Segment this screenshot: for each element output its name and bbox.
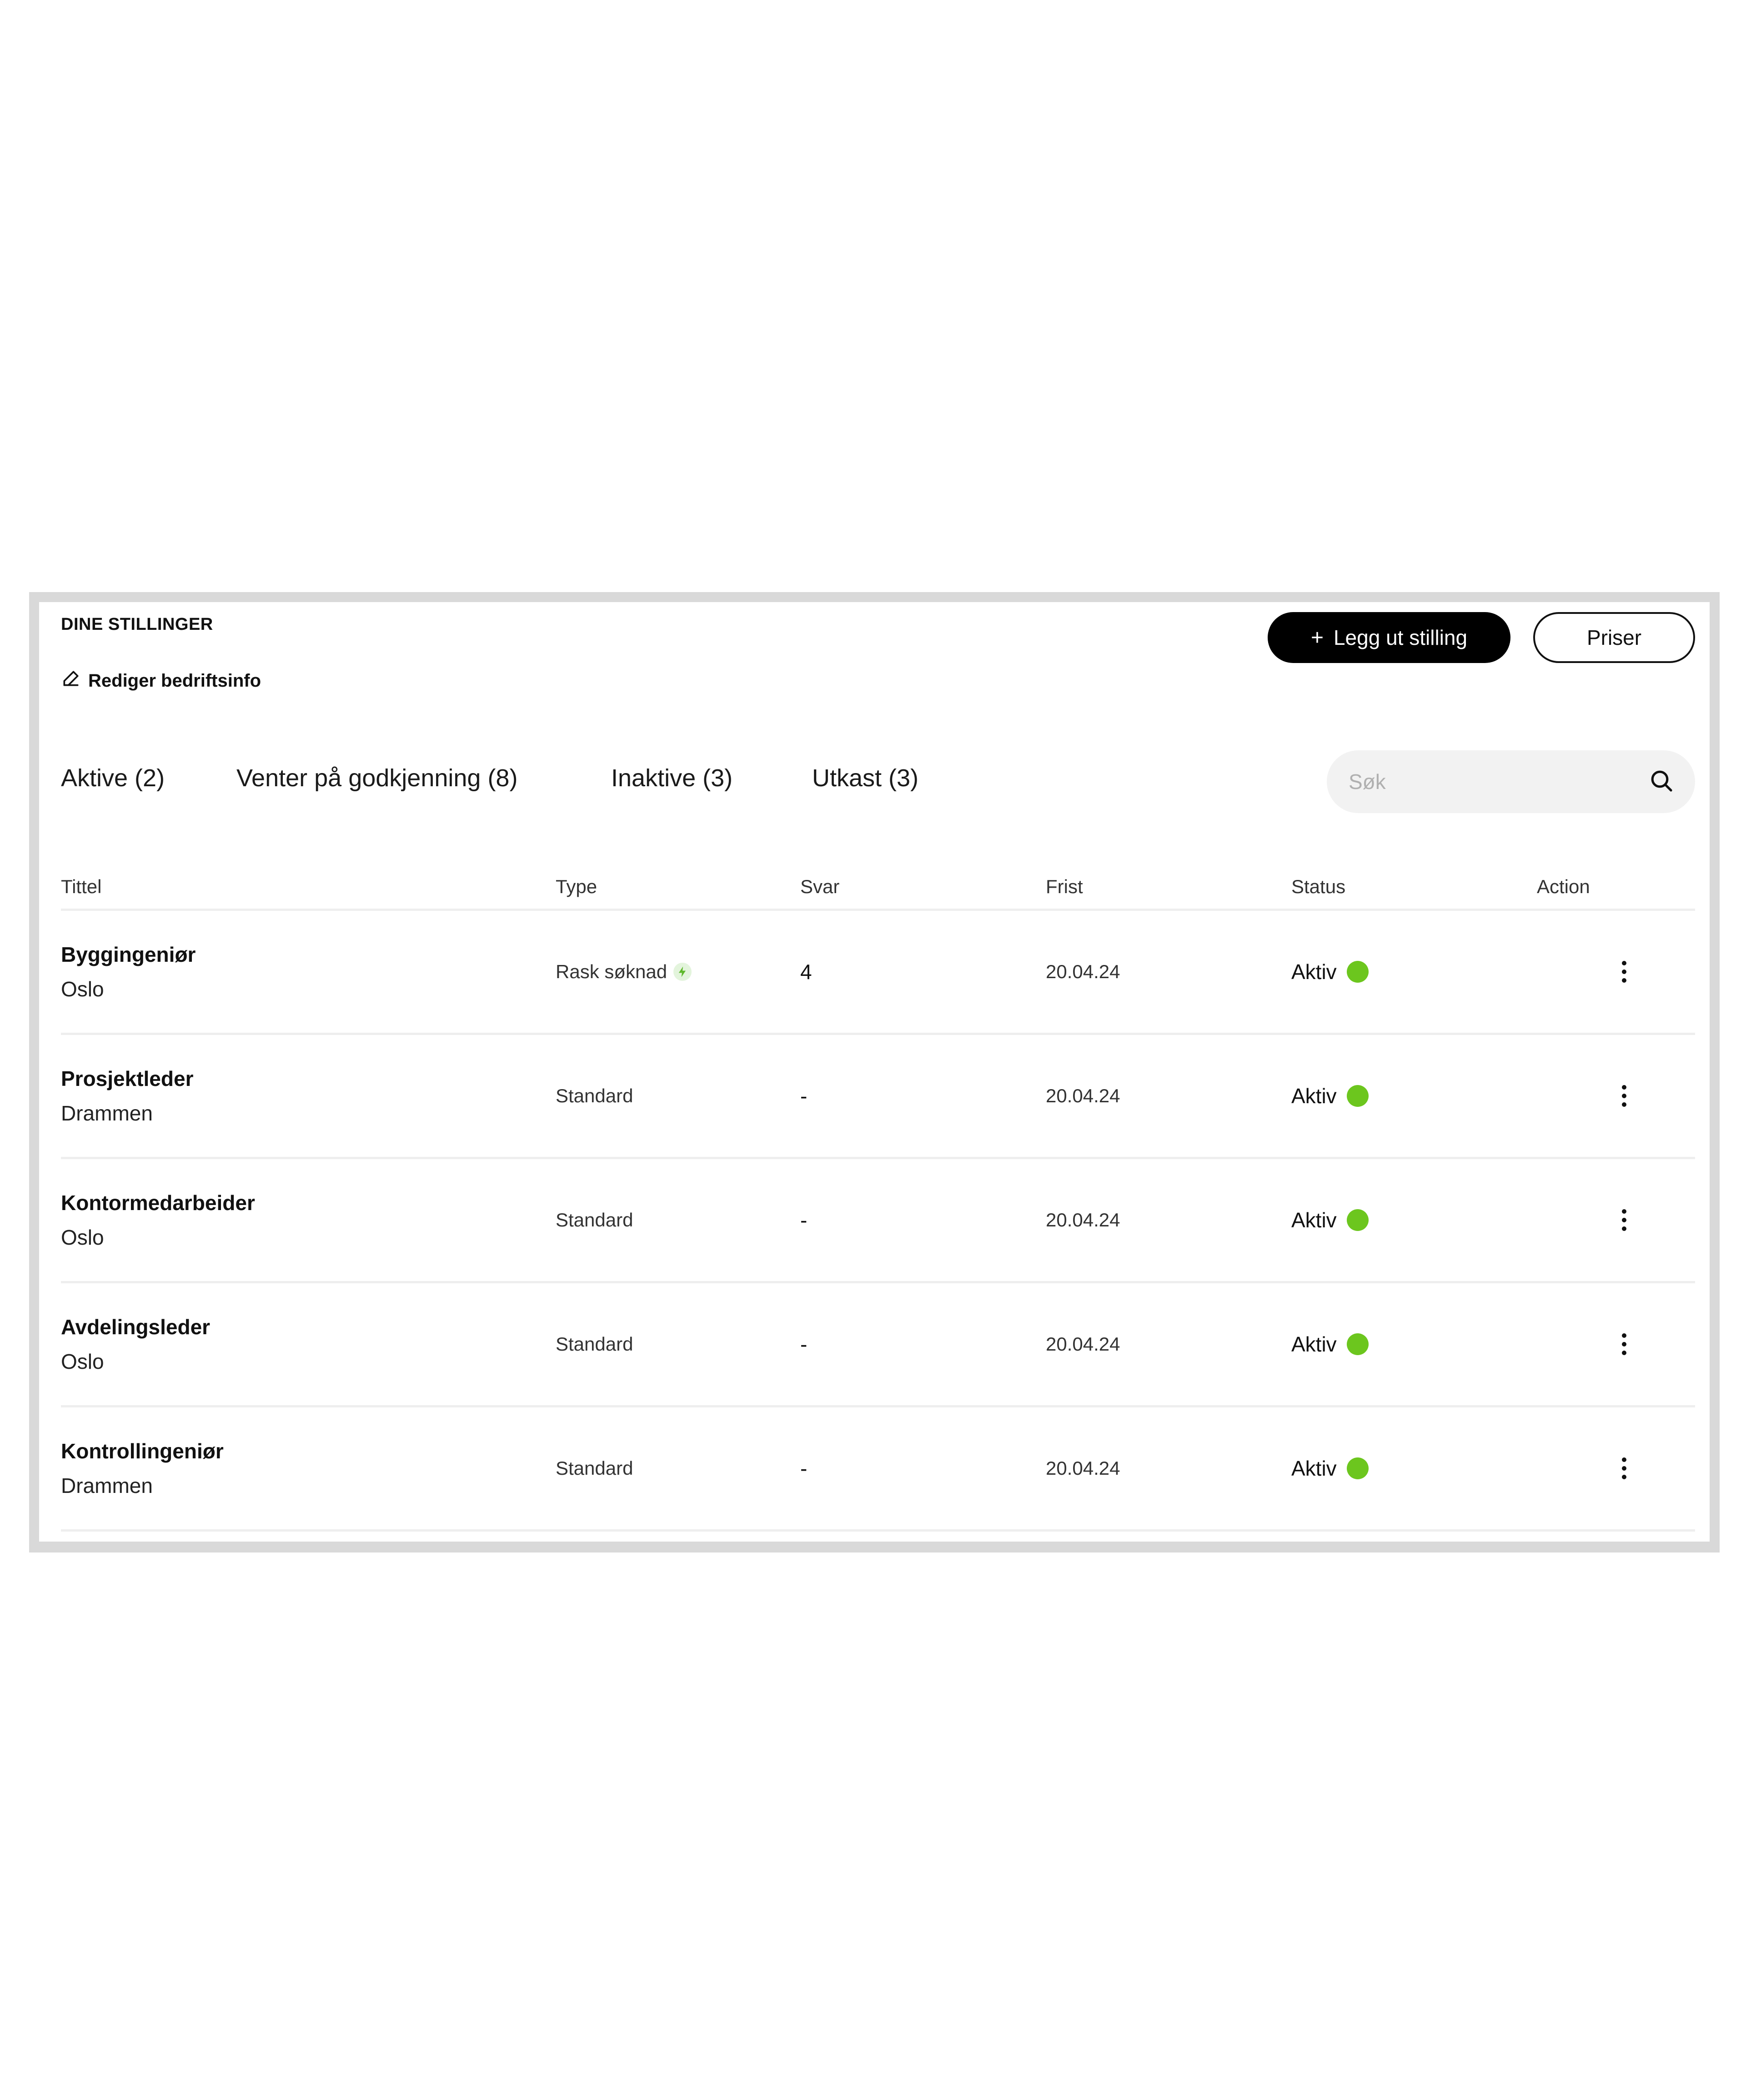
search-icon[interactable] [1649,768,1674,796]
tab-active[interactable]: Aktive (2) [61,764,165,792]
job-type: Standard [556,1457,633,1479]
responses-count: - [800,1457,808,1480]
row-actions-button[interactable] [1606,1283,1642,1405]
job-location: Oslo [61,977,104,1001]
edit-company-info-link[interactable]: Rediger bedriftsinfo [61,668,261,693]
status-label: Aktiv [1291,1332,1337,1356]
more-vertical-icon [1622,1457,1626,1479]
more-vertical-icon [1622,961,1626,983]
column-header-responses: Svar [800,876,840,897]
responses-count: - [800,1208,808,1232]
row-actions-button[interactable] [1606,1035,1642,1157]
column-header-deadline: Frist [1046,876,1083,897]
status-label: Aktiv [1291,1084,1337,1108]
row-actions-button[interactable] [1606,911,1642,1033]
post-job-button[interactable]: + Legg ut stilling [1268,612,1510,663]
page-frame: DINE STILLINGER Rediger bedriftsinfo + L… [29,592,1720,1552]
tab-inactive[interactable]: Inaktive (3) [611,764,733,792]
job-location: Drammen [61,1474,153,1497]
pencil-icon [61,668,81,693]
column-header-action: Action [1537,876,1590,897]
status-cell: Aktiv [1291,1283,1369,1405]
status-active-dot [1346,1209,1369,1231]
job-title-cell: Kontrollingeniør Drammen [61,1407,224,1529]
deadline: 20.04.24 [1046,1085,1120,1106]
status-active-dot [1346,1457,1369,1479]
job-type: Rask søknad [556,961,667,982]
lightning-icon [673,963,692,981]
job-location: Oslo [61,1350,104,1373]
tab-pending-approval[interactable]: Venter på godkjenning (8) [236,764,517,792]
edit-company-info-label: Rediger bedriftsinfo [88,670,261,691]
job-type: Standard [556,1085,633,1106]
column-header-title: Tittel [61,876,102,897]
row-actions-button[interactable] [1606,1407,1642,1529]
job-type-cell: Standard [556,1035,633,1157]
job-location: Drammen [61,1101,153,1125]
plus-icon: + [1310,625,1324,650]
table-row[interactable]: Prosjektleder Drammen Standard - 20.04.2… [61,1035,1695,1159]
status-active-dot [1346,1085,1369,1107]
job-title: Avdelingsleder [61,1315,211,1339]
job-table: Tittel Type Svar Frist Status Action Byg… [61,866,1695,1532]
deadline: 20.04.24 [1046,961,1120,982]
table-row[interactable]: Byggingeniør Oslo Rask søknad 4 20.04.24… [61,911,1695,1035]
search-box [1327,750,1695,813]
deadline: 20.04.24 [1046,1209,1120,1231]
job-type-cell: Standard [556,1407,633,1529]
post-job-label: Legg ut stilling [1333,626,1468,649]
job-listings-panel: DINE STILLINGER Rediger bedriftsinfo + L… [39,602,1710,1542]
table-header: Tittel Type Svar Frist Status Action [61,866,1695,911]
status-cell: Aktiv [1291,1159,1369,1281]
more-vertical-icon [1622,1333,1626,1355]
job-title: Prosjektleder [61,1067,194,1090]
status-label: Aktiv [1291,960,1337,984]
job-type-cell: Rask søknad [556,911,692,1033]
job-title-cell: Kontormedarbeider Oslo [61,1159,255,1281]
page-title: DINE STILLINGER [61,615,213,634]
row-actions-button[interactable] [1606,1159,1642,1281]
table-row[interactable]: Kontrollingeniør Drammen Standard - 20.0… [61,1407,1695,1532]
job-title-cell: Byggingeniør Oslo [61,911,196,1033]
status-cell: Aktiv [1291,911,1369,1033]
status-label: Aktiv [1291,1457,1337,1480]
table-row[interactable]: Kontormedarbeider Oslo Standard - 20.04.… [61,1159,1695,1283]
responses-count: - [800,1084,808,1108]
responses-count: - [800,1332,808,1356]
job-title-cell: Avdelingsleder Oslo [61,1283,210,1405]
job-type-cell: Standard [556,1283,633,1405]
pricing-button[interactable]: Priser [1533,612,1695,663]
more-vertical-icon [1622,1209,1626,1231]
status-active-dot [1346,961,1369,983]
table-row[interactable]: Avdelingsleder Oslo Standard - 20.04.24 … [61,1283,1695,1407]
job-type-cell: Standard [556,1159,633,1281]
column-header-type: Type [556,876,597,897]
job-title-cell: Prosjektleder Drammen [61,1035,193,1157]
tab-drafts[interactable]: Utkast (3) [812,764,918,792]
status-active-dot [1346,1333,1369,1355]
deadline: 20.04.24 [1046,1457,1120,1479]
job-location: Oslo [61,1226,104,1249]
status-label: Aktiv [1291,1208,1337,1232]
deadline: 20.04.24 [1046,1333,1120,1355]
job-type: Standard [556,1209,633,1231]
column-header-status: Status [1291,876,1346,897]
job-title: Byggingeniør [61,943,196,966]
responses-count: 4 [800,960,812,984]
status-cell: Aktiv [1291,1407,1369,1529]
search-input[interactable] [1348,769,1649,794]
job-title: Kontormedarbeider [61,1191,255,1215]
job-type: Standard [556,1333,633,1355]
status-cell: Aktiv [1291,1035,1369,1157]
job-title: Kontrollingeniør [61,1439,224,1463]
more-vertical-icon [1622,1085,1626,1107]
